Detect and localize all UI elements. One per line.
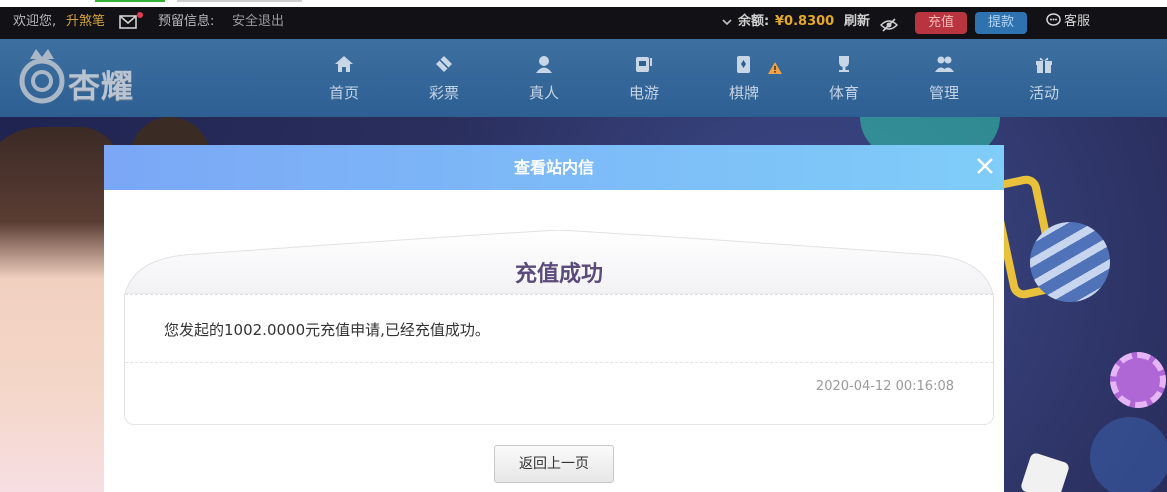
letter-timestamp: 2020-04-12 00:16:08: [815, 379, 954, 394]
nav-item-sports[interactable]: 体育: [799, 39, 889, 117]
eye-hidden-icon[interactable]: [879, 15, 899, 32]
banner-dice: [1019, 451, 1071, 492]
logo-text: 杏耀: [68, 67, 135, 105]
top-strip-gray: [177, 0, 302, 2]
reserved-info-label: 预留信息:: [158, 14, 215, 29]
mail-icon[interactable]: [119, 12, 143, 30]
top-bar: 欢迎您, 升煞笔 预留信息: 安全退出 余额: ¥0.8300 刷新 充值 提款…: [0, 7, 1167, 39]
nav-label: 彩票: [428, 84, 459, 102]
logo-emblem-icon: [19, 49, 65, 104]
modal-title: 查看站内信: [513, 158, 594, 177]
hot-badge-icon: [768, 62, 782, 74]
unread-dot: [137, 12, 143, 18]
trophy-icon: [839, 56, 849, 72]
slot-icon: [636, 57, 652, 72]
divider: [125, 294, 993, 295]
banner-ball: [1030, 222, 1110, 302]
service-label: 客服: [1064, 14, 1091, 29]
nav-label: 体育: [828, 84, 859, 102]
top-strip-green: [95, 0, 165, 2]
users-icon: [935, 56, 954, 72]
nav-item-live[interactable]: 真人: [499, 39, 589, 117]
top-strip: [0, 0, 1167, 7]
back-button[interactable]: 返回上一页: [494, 445, 614, 483]
gift-icon: [1036, 57, 1052, 73]
nav-label: 活动: [1028, 84, 1059, 102]
main-nav: 杏耀 首页 彩票 真人 电游 棋牌 体育 管理 活动: [0, 39, 1167, 117]
refresh-link[interactable]: 刷新: [844, 7, 870, 39]
message-modal: 查看站内信 充值成功 您发起的1002.0000元充值申请,已经充值成功。 20…: [104, 145, 1004, 492]
letter-card: [124, 294, 994, 425]
letter-body: 您发起的1002.0000元充值申请,已经充值成功。: [164, 321, 490, 339]
cards-icon: [737, 56, 750, 73]
divider: [125, 362, 993, 363]
dealer-icon: [536, 56, 552, 73]
balance-label: 余额:: [738, 14, 770, 29]
logout-link[interactable]: 安全退出: [232, 7, 284, 39]
chat-icon: [1046, 9, 1061, 39]
welcome-text: 欢迎您,: [13, 14, 57, 29]
username[interactable]: 升煞笔: [66, 7, 105, 39]
balance-value: ¥0.8300: [775, 14, 835, 29]
customer-service-link[interactable]: 客服: [1046, 7, 1090, 39]
nav-item-lottery[interactable]: 彩票: [399, 39, 489, 117]
nav-label: 电游: [628, 84, 659, 102]
nav-item-manage[interactable]: 管理: [899, 39, 989, 117]
nav-label: 真人: [528, 84, 559, 102]
banner-chip: [1110, 352, 1166, 408]
nav-item-events[interactable]: 活动: [999, 39, 1089, 117]
letter-title: 充值成功: [514, 262, 603, 287]
site-logo[interactable]: 杏耀: [16, 45, 166, 111]
home-icon: [335, 56, 353, 72]
chevron-down-icon[interactable]: [721, 7, 733, 39]
banner-girl-image: [0, 127, 120, 492]
nav-label: 首页: [328, 84, 359, 102]
nav-item-home[interactable]: 首页: [299, 39, 389, 117]
nav-label: 棋牌: [728, 84, 759, 102]
withdraw-button[interactable]: 提款: [975, 12, 1027, 34]
letter: 充值成功 您发起的1002.0000元充值申请,已经充值成功。 2020-04-…: [124, 230, 994, 425]
nav-label: 管理: [928, 84, 959, 102]
diamond-icon: [436, 56, 452, 72]
banner-glow: [1090, 417, 1167, 492]
recharge-button[interactable]: 充值: [915, 12, 967, 34]
close-icon[interactable]: [974, 155, 996, 177]
nav-item-slots[interactable]: 电游: [599, 39, 689, 117]
nav-item-cards[interactable]: 棋牌: [699, 39, 789, 117]
